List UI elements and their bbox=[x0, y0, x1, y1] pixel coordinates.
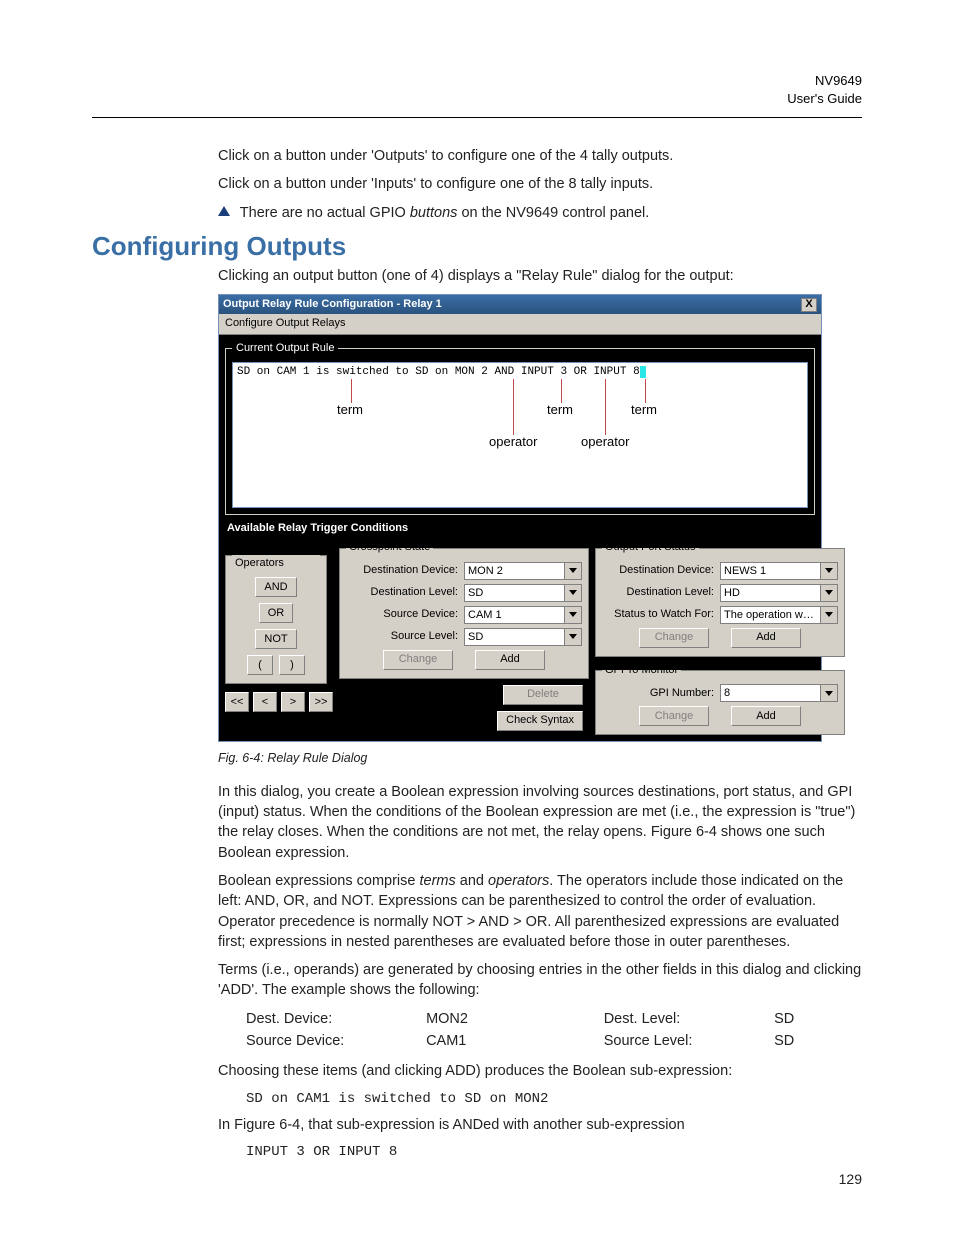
delete-button[interactable]: Delete bbox=[503, 685, 583, 705]
current-output-rule-group: Current Output Rule SD on CAM 1 is switc… bbox=[225, 341, 815, 515]
cross-change-button[interactable]: Change bbox=[383, 650, 453, 670]
rparen-button[interactable]: ) bbox=[279, 655, 305, 675]
note-pre: There are no actual GPIO bbox=[240, 205, 410, 221]
ann-term-1: term bbox=[337, 401, 363, 419]
nav-first-button[interactable]: << bbox=[225, 692, 249, 712]
para-1: In this dialog, you create a Boolean exp… bbox=[218, 782, 862, 863]
dialog-title: Output Relay Rule Configuration - Relay … bbox=[223, 297, 442, 312]
ann-term-3: term bbox=[631, 401, 657, 419]
intro-block: Click on a button under 'Outputs' to con… bbox=[218, 146, 862, 223]
para-4: Choosing these items (and clicking ADD) … bbox=[218, 1061, 862, 1081]
header-product: NV9649 bbox=[92, 72, 862, 90]
cross-src-level-label: Source Level: bbox=[346, 629, 458, 644]
intro-p1: Click on a button under 'Outputs' to con… bbox=[218, 146, 862, 166]
lparen-button[interactable]: ( bbox=[247, 655, 273, 675]
note-em: buttons bbox=[410, 205, 458, 221]
ann-operator-2: operator bbox=[581, 433, 629, 451]
dialog-menu[interactable]: Configure Output Relays bbox=[219, 314, 821, 334]
figure-6-4: Output Relay Rule Configuration - Relay … bbox=[218, 294, 862, 742]
dropdown-arrow-icon bbox=[820, 607, 837, 623]
gpi-to-monitor-group: GPI To Monitor GPI Number: 8 Change Add bbox=[595, 663, 845, 735]
dropdown-arrow-icon bbox=[564, 629, 581, 645]
nav-next-button[interactable]: > bbox=[281, 692, 305, 712]
intro-note: There are no actual GPIO buttons on the … bbox=[218, 203, 862, 223]
cross-src-level-combo[interactable]: SD bbox=[464, 628, 582, 646]
cross-src-device-label: Source Device: bbox=[346, 607, 458, 622]
code-1: SD on CAM1 is switched to SD on MON2 bbox=[246, 1090, 862, 1110]
out-status-label: Status to Watch For: bbox=[602, 607, 714, 622]
nav-last-button[interactable]: >> bbox=[309, 692, 333, 712]
cross-dest-level-combo[interactable]: SD bbox=[464, 584, 582, 602]
page-header: NV9649 User's Guide bbox=[92, 72, 862, 107]
crosspoint-state-group: Crosspoint State Destination Device: MON… bbox=[339, 540, 589, 678]
section-lead: Clicking an output button (one of 4) dis… bbox=[218, 266, 862, 286]
relay-rule-dialog: Output Relay Rule Configuration - Relay … bbox=[218, 294, 822, 742]
out-add-button[interactable]: Add bbox=[731, 628, 801, 648]
note-post: on the NV9649 control panel. bbox=[457, 205, 649, 221]
note-triangle-icon bbox=[218, 206, 230, 216]
dropdown-arrow-icon bbox=[564, 563, 581, 579]
dialog-close-button[interactable]: X bbox=[801, 298, 817, 312]
page-number: 129 bbox=[839, 1171, 862, 1187]
out-change-button[interactable]: Change bbox=[639, 628, 709, 648]
gpi-add-button[interactable]: Add bbox=[731, 706, 801, 726]
figure-caption: Fig. 6-4: Relay Rule Dialog bbox=[218, 750, 862, 768]
dropdown-arrow-icon bbox=[820, 685, 837, 701]
ann-operator-1: operator bbox=[489, 433, 537, 451]
or-button[interactable]: OR bbox=[259, 603, 294, 623]
current-output-rule-legend: Current Output Rule bbox=[232, 341, 338, 356]
ann-term-2: term bbox=[547, 401, 573, 419]
para-3: Terms (i.e., operands) are generated by … bbox=[218, 960, 862, 1001]
gpi-number-combo[interactable]: 8 bbox=[720, 684, 838, 702]
boolean-operators-group: Boolean Operators AND OR NOT ( ) bbox=[225, 540, 327, 684]
intro-p2: Click on a button under 'Inputs' to conf… bbox=[218, 174, 862, 194]
dialog-titlebar: Output Relay Rule Configuration - Relay … bbox=[219, 295, 821, 314]
output-port-status-group: Output Port Status Destination Device: N… bbox=[595, 540, 845, 656]
out-status-combo[interactable]: The operation w… bbox=[720, 606, 838, 624]
available-conditions-title: Available Relay Trigger Conditions bbox=[227, 521, 815, 536]
out-dest-device-combo[interactable]: NEWS 1 bbox=[720, 562, 838, 580]
code-2: INPUT 3 OR INPUT 8 bbox=[246, 1143, 862, 1163]
out-dest-device-label: Destination Device: bbox=[602, 563, 714, 578]
para-2: Boolean expressions comprise terms and o… bbox=[218, 871, 862, 952]
cross-dest-level-label: Destination Level: bbox=[346, 585, 458, 600]
cross-dest-device-combo[interactable]: MON 2 bbox=[464, 562, 582, 580]
gpi-to-monitor-legend: GPI To Monitor bbox=[602, 663, 681, 678]
rule-expression-text: SD on CAM 1 is switched to SD on MON 2 A… bbox=[237, 366, 640, 378]
gpi-change-button[interactable]: Change bbox=[639, 706, 709, 726]
para-5: In Figure 6-4, that sub-expression is AN… bbox=[218, 1115, 862, 1135]
gpi-number-label: GPI Number: bbox=[602, 686, 714, 701]
cross-dest-device-label: Destination Device: bbox=[346, 563, 458, 578]
rule-expression-box[interactable]: SD on CAM 1 is switched to SD on MON 2 A… bbox=[232, 362, 808, 508]
section-title: Configuring Outputs bbox=[92, 231, 862, 262]
header-rule bbox=[92, 117, 862, 118]
dropdown-arrow-icon bbox=[564, 585, 581, 601]
header-guide: User's Guide bbox=[92, 90, 862, 108]
check-syntax-button[interactable]: Check Syntax bbox=[497, 711, 583, 731]
dropdown-arrow-icon bbox=[820, 563, 837, 579]
dropdown-arrow-icon bbox=[820, 585, 837, 601]
example-values: Dest. Device:MON2Dest. Level:SD Source D… bbox=[246, 1009, 862, 1052]
cross-add-button[interactable]: Add bbox=[475, 650, 545, 670]
dropdown-arrow-icon bbox=[564, 607, 581, 623]
cross-src-device-combo[interactable]: CAM 1 bbox=[464, 606, 582, 624]
out-dest-level-combo[interactable]: HD bbox=[720, 584, 838, 602]
output-port-status-legend: Output Port Status bbox=[602, 540, 699, 555]
not-button[interactable]: NOT bbox=[255, 629, 296, 649]
boolean-operators-legend: Boolean Operators bbox=[232, 540, 320, 571]
out-dest-level-label: Destination Level: bbox=[602, 585, 714, 600]
crosspoint-state-legend: Crosspoint State bbox=[346, 540, 433, 555]
and-button[interactable]: AND bbox=[255, 577, 296, 597]
nav-prev-button[interactable]: < bbox=[253, 692, 277, 712]
